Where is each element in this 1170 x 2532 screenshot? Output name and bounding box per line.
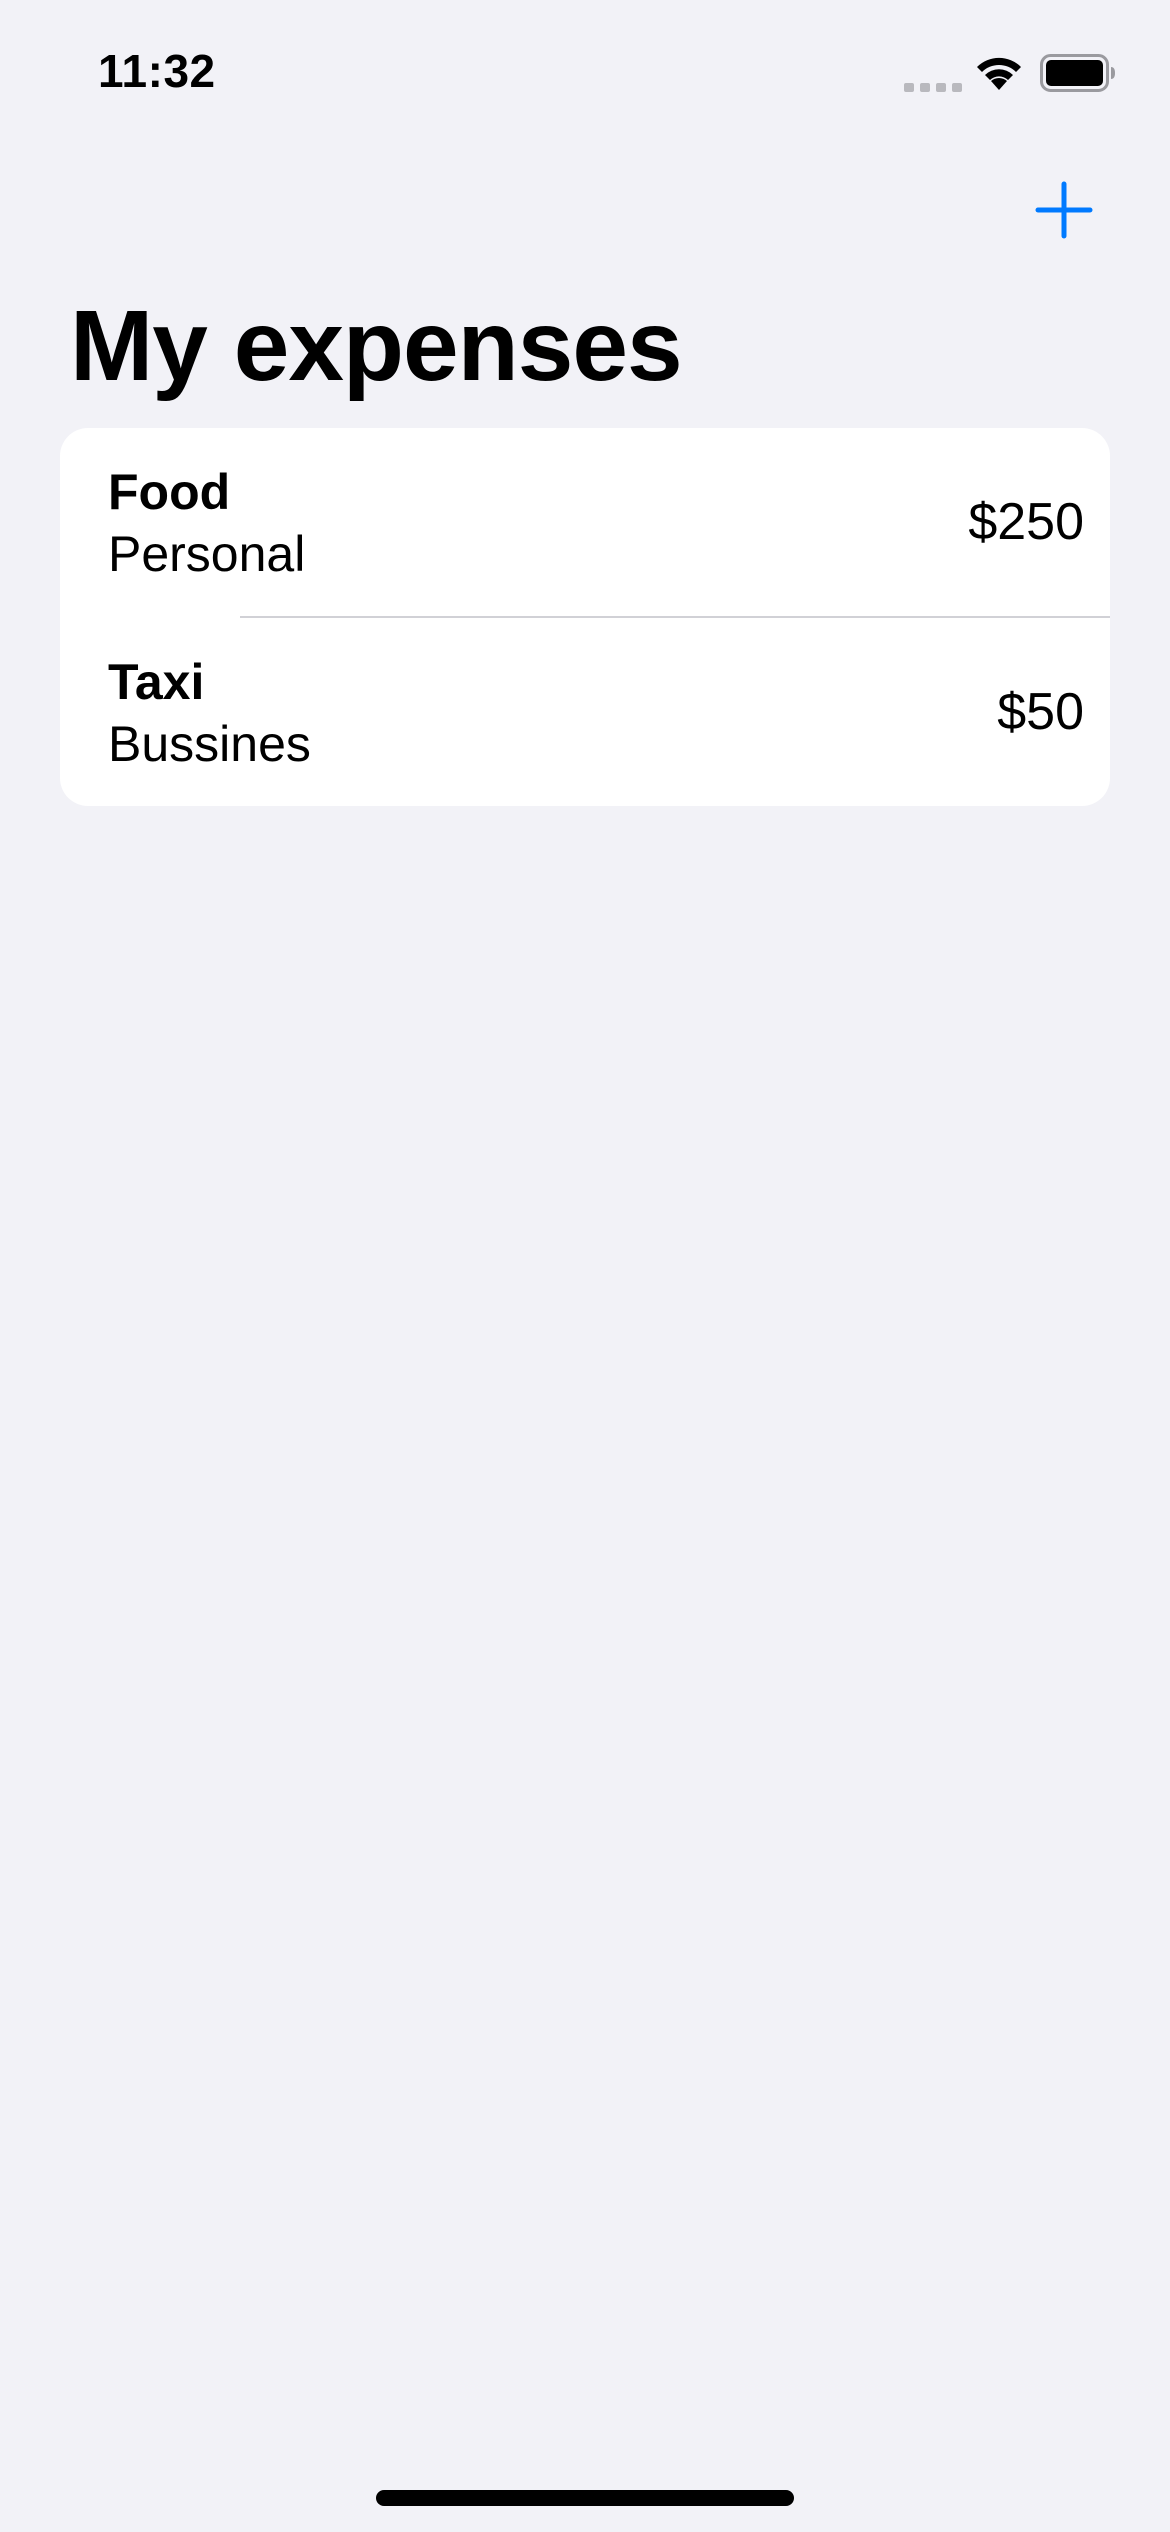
home-indicator[interactable]	[376, 2490, 794, 2506]
add-expense-button[interactable]	[1032, 178, 1096, 242]
expense-row-food[interactable]: Food Personal $250	[60, 428, 1110, 616]
plus-icon	[1035, 181, 1093, 239]
wifi-icon	[977, 57, 1021, 90]
expense-row-taxi[interactable]: Taxi Bussines $50	[60, 618, 1110, 806]
battery-icon	[1040, 54, 1115, 92]
expense-amount: $50	[997, 683, 1084, 741]
cellular-signal-icon	[904, 83, 962, 92]
page-title: My expenses	[70, 290, 683, 402]
expense-amount: $250	[968, 493, 1084, 551]
expense-list: Food Personal $250 Taxi Bussines $50	[60, 428, 1110, 806]
expense-name: Taxi	[108, 654, 205, 710]
expense-category: Personal	[108, 526, 306, 582]
expense-name: Food	[108, 464, 231, 520]
status-bar: 11:32	[0, 0, 1170, 140]
expense-category: Bussines	[108, 716, 311, 772]
status-time: 11:32	[98, 45, 216, 97]
